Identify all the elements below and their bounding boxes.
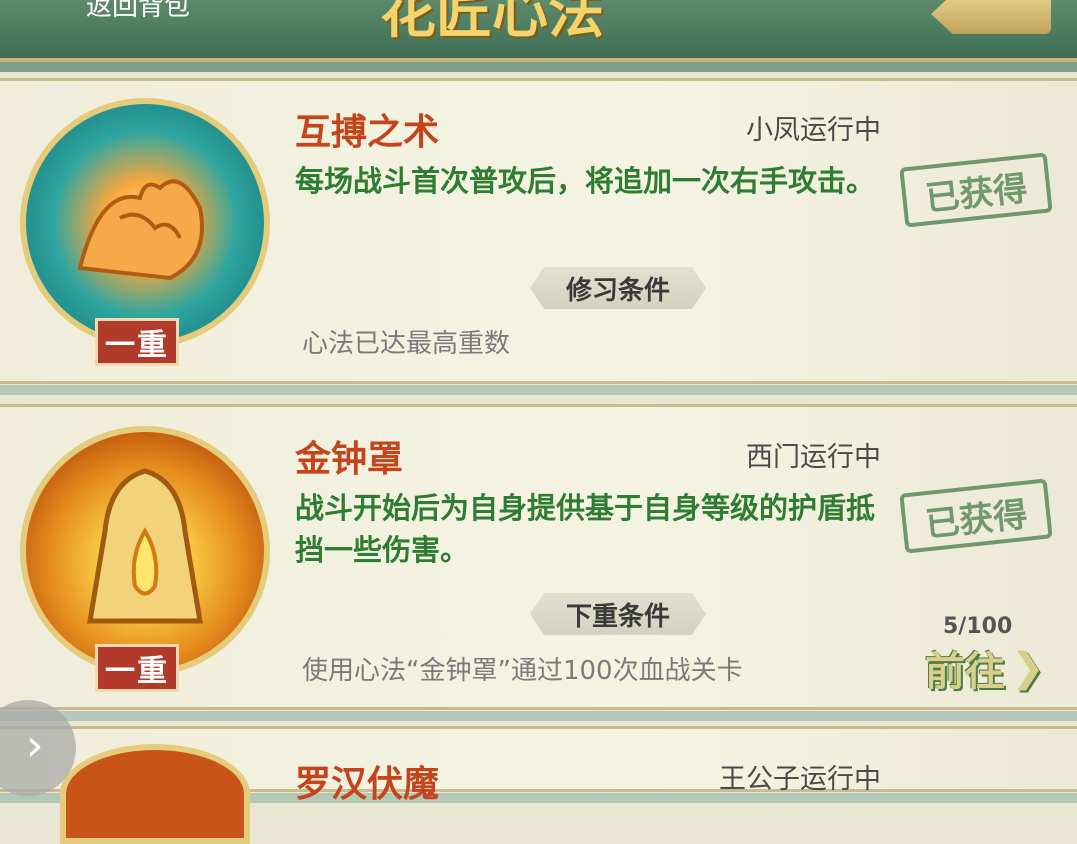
top-bar: 返回背包 花匠心法 xyxy=(0,0,1077,62)
tier-badge: 一重 xyxy=(95,644,179,692)
back-label[interactable]: 返回背包 xyxy=(86,0,190,23)
skill-owner-status: 王公子运行中 xyxy=(719,764,881,795)
skill-name: 互搏之术 xyxy=(295,112,440,153)
golden-bell-icon[interactable] xyxy=(20,426,270,676)
hands-glyph xyxy=(77,179,204,281)
bell-glyph xyxy=(87,468,203,624)
skill-name: 金钟罩 xyxy=(295,439,404,480)
condition-text: 使用心法“金钟罩”通过100次血战关卡 xyxy=(302,656,743,686)
skill-description: 每场战斗首次普攻后，将追加一次右手攻击。 xyxy=(295,164,876,198)
progress-count: 5/100 xyxy=(943,614,1013,639)
goto-button[interactable]: 前往 ❯ xyxy=(925,640,1065,696)
condition-text: 心法已达最高重数 xyxy=(302,329,511,359)
goto-label: 前往 xyxy=(925,649,1005,695)
skill-owner-status: 小凤运行中 xyxy=(746,115,881,146)
skill-icon[interactable] xyxy=(60,744,250,844)
page-title: 花匠心法 xyxy=(380,0,604,46)
skill-name: 罗汉伏魔 xyxy=(295,764,440,805)
clasped-hands-icon[interactable] xyxy=(20,98,270,348)
condition-label: 下重条件 xyxy=(530,593,706,635)
skill-owner-status: 西门运行中 xyxy=(746,442,881,473)
skill-description: 战斗开始后为自身提供基于自身等级的护盾抵挡一些伤害。 xyxy=(295,491,876,567)
back-arrow-button[interactable] xyxy=(931,0,1051,34)
chevron-right-icon: › xyxy=(26,720,44,771)
chevron-right-icon: ❯ xyxy=(1011,645,1045,691)
header-divider xyxy=(0,62,1077,72)
tier-badge: 一重 xyxy=(95,318,179,366)
condition-label: 修习条件 xyxy=(530,267,706,309)
